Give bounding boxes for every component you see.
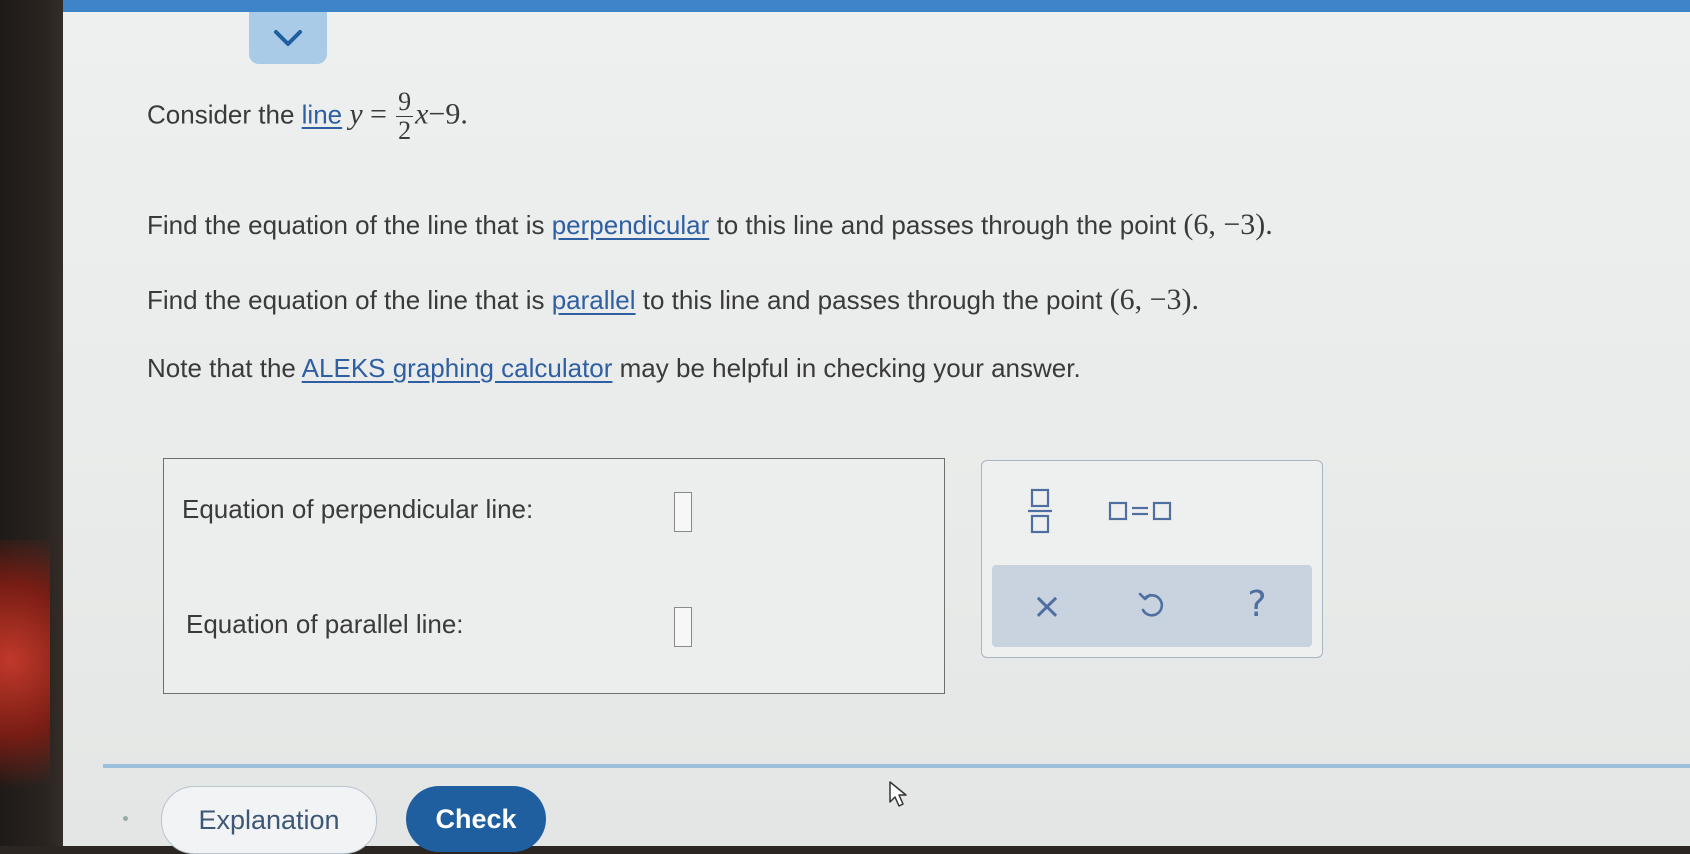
line-link[interactable]: line [302, 99, 342, 129]
explanation-button[interactable]: Explanation [161, 786, 377, 854]
question-text: Note that the [147, 353, 302, 383]
question-line-2: Find the equation of the line that is pe… [147, 208, 1273, 242]
equation-fraction: 9 2 [396, 87, 414, 145]
fraction-template-icon [1028, 488, 1052, 534]
clear-button[interactable]: × [1022, 581, 1072, 631]
equation-template-button[interactable] [1102, 489, 1182, 533]
equation-variable: x [415, 97, 429, 131]
question-line-3: Find the equation of the line that is pa… [147, 283, 1199, 317]
question-text: to this line and passes through the poin… [709, 210, 1184, 240]
equation-equals: = [369, 97, 387, 131]
perpendicular-label: Equation of perpendicular line: [182, 494, 534, 524]
question-text: Find the equation of the line that is [147, 210, 552, 240]
background-object [0, 540, 50, 840]
collapse-toggle-button[interactable] [249, 12, 327, 64]
question-line-4: Note that the ALEKS graphing calculator … [147, 353, 1081, 384]
question-line-1: Consider the line y = 9 2 x−9. [147, 88, 468, 145]
question-text: may be helpful in checking your answer. [612, 353, 1081, 383]
decorative-dot [123, 816, 128, 821]
math-palette: × ? [981, 460, 1323, 658]
chevron-down-icon [274, 30, 302, 46]
equation-lhs: y [349, 97, 363, 131]
fraction-denominator: 2 [398, 116, 412, 145]
fraction-template-button[interactable] [1018, 481, 1062, 541]
point-coordinates: (6, −3). [1183, 208, 1273, 241]
mouse-cursor-icon [889, 781, 907, 807]
parallel-label: Equation of parallel line: [186, 609, 464, 639]
perpendicular-link[interactable]: perpendicular [552, 210, 710, 240]
perpendicular-equation-input[interactable] [674, 492, 692, 532]
question-text: Consider the [147, 99, 302, 130]
parallel-link[interactable]: parallel [552, 285, 636, 315]
fraction-numerator: 9 [396, 87, 414, 117]
graphing-calculator-link[interactable]: ALEKS graphing calculator [302, 353, 613, 383]
parallel-equation-input[interactable] [674, 607, 692, 647]
question-text: Find the equation of the line that is [147, 285, 552, 315]
check-button[interactable]: Check [406, 786, 546, 852]
top-bar [63, 0, 1690, 12]
question-text: to this line and passes through the poin… [635, 285, 1110, 315]
point-coordinates: (6, −3). [1109, 283, 1200, 316]
palette-actions: × ? [992, 565, 1312, 647]
undo-icon [1138, 592, 1164, 617]
answer-box: Equation of perpendicular line: Equation… [163, 458, 945, 694]
equation-rest: −9. [428, 97, 468, 131]
footer-divider [103, 764, 1690, 768]
aleks-screen: Consider the line y = 9 2 x−9. Find the … [63, 0, 1690, 854]
undo-button[interactable] [1127, 581, 1177, 631]
help-button[interactable]: ? [1232, 579, 1282, 629]
equation-template-icon [1108, 501, 1172, 521]
